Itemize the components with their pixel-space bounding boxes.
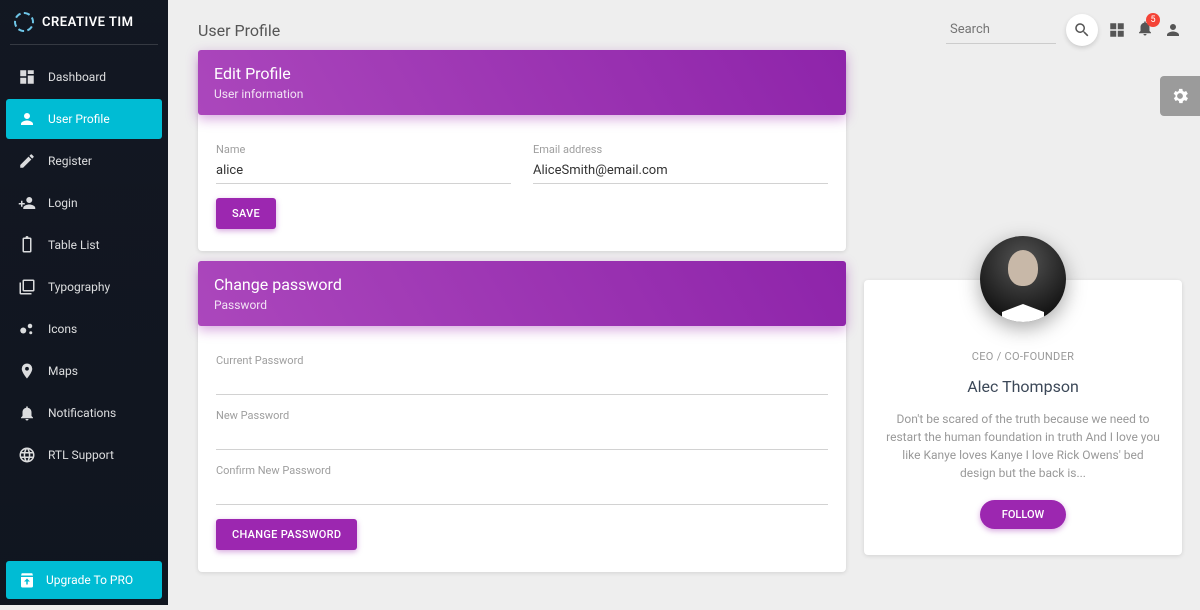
avatar: [980, 236, 1066, 322]
sidebar-item-rtl[interactable]: RTL Support: [6, 435, 162, 475]
sidebar-nav: Dashboard User Profile Register Login Ta…: [0, 53, 168, 555]
gear-icon: [1170, 86, 1190, 106]
sidebar-item-label: Dashboard: [48, 70, 106, 84]
sidebar-item-login[interactable]: Login: [6, 183, 162, 223]
sidebar-item-label: Maps: [48, 364, 78, 378]
sidebar-item-maps[interactable]: Maps: [6, 351, 162, 391]
bubble-icon: [18, 320, 36, 338]
clipboard-icon: [18, 236, 36, 254]
brand[interactable]: CREATIVE TIM: [0, 0, 168, 44]
notification-badge: 5: [1146, 13, 1160, 27]
change-password-button[interactable]: CHANGE PASSWORD: [216, 519, 357, 550]
brand-text: CREATIVE TIM: [42, 15, 134, 30]
sidebar-item-user-profile[interactable]: User Profile: [6, 99, 162, 139]
confirm-password-label: Confirm New Password: [216, 464, 828, 477]
save-button[interactable]: SAVE: [216, 198, 276, 229]
card-body: Name Email address SAVE: [198, 125, 846, 251]
sidebar-item-icons[interactable]: Icons: [6, 309, 162, 349]
confirm-password-input[interactable]: [216, 479, 828, 505]
profile-bio: Don't be scared of the truth because we …: [886, 410, 1160, 482]
profile-card: CEO / CO-FOUNDER Alec Thompson Don't be …: [864, 280, 1182, 555]
sidebar: CREATIVE TIM Dashboard User Profile Regi…: [0, 0, 168, 605]
follow-button[interactable]: FOLLOW: [980, 500, 1066, 529]
card-subtitle: Password: [214, 298, 830, 312]
new-password-label: New Password: [216, 409, 828, 422]
sidebar-item-label: Table List: [48, 238, 100, 252]
card-title: Change password: [214, 275, 830, 294]
person-icon[interactable]: [1164, 21, 1182, 39]
change-password-card: Change password Password Current Passwor…: [198, 271, 846, 592]
upgrade-wrap: Upgrade To PRO: [0, 555, 168, 605]
edit-profile-card: Edit Profile User information Name Email…: [198, 60, 846, 271]
sidebar-item-register[interactable]: Register: [6, 141, 162, 181]
search-icon: [1073, 21, 1091, 39]
sidebar-item-label: Register: [48, 154, 92, 168]
sidebar-item-typography[interactable]: Typography: [6, 267, 162, 307]
left-column: Edit Profile User information Name Email…: [198, 60, 846, 592]
pencil-icon: [18, 152, 36, 170]
main: User Profile 5 Edit Profile User informa…: [168, 0, 1200, 610]
upgrade-label: Upgrade To PRO: [46, 573, 133, 587]
sidebar-item-label: Icons: [48, 322, 77, 336]
unarchive-icon: [18, 571, 36, 589]
name-label: Name: [216, 143, 511, 156]
email-label: Email address: [533, 143, 828, 156]
sidebar-item-label: Typography: [48, 280, 110, 294]
page-title: User Profile: [198, 21, 280, 40]
email-input[interactable]: [533, 158, 828, 184]
apps-icon[interactable]: [1108, 21, 1126, 39]
settings-fab[interactable]: [1160, 76, 1200, 116]
divider: [10, 44, 158, 45]
card-title: Edit Profile: [214, 64, 830, 83]
sidebar-item-label: Notifications: [48, 406, 116, 420]
profile-name: Alec Thompson: [886, 377, 1160, 396]
current-password-label: Current Password: [216, 354, 828, 367]
person-add-icon: [18, 194, 36, 212]
current-password-input[interactable]: [216, 369, 828, 395]
bell-icon: [18, 404, 36, 422]
content: Edit Profile User information Name Email…: [198, 60, 1182, 592]
sidebar-item-label: RTL Support: [48, 448, 114, 462]
person-icon: [18, 110, 36, 128]
right-column: CEO / CO-FOUNDER Alec Thompson Don't be …: [864, 60, 1182, 592]
language-icon: [18, 446, 36, 464]
card-subtitle: User information: [214, 87, 830, 101]
notifications-button[interactable]: 5: [1136, 19, 1154, 41]
search-button[interactable]: [1066, 14, 1098, 46]
search-input[interactable]: [946, 16, 1056, 44]
location-icon: [18, 362, 36, 380]
sidebar-item-label: Login: [48, 196, 78, 210]
sidebar-item-table-list[interactable]: Table List: [6, 225, 162, 265]
sidebar-item-dashboard[interactable]: Dashboard: [6, 57, 162, 97]
profile-role: CEO / CO-FOUNDER: [886, 350, 1160, 363]
dashboard-icon: [18, 68, 36, 86]
upgrade-button[interactable]: Upgrade To PRO: [6, 561, 162, 599]
sidebar-item-notifications[interactable]: Notifications: [6, 393, 162, 433]
card-header: Change password Password: [198, 261, 846, 326]
new-password-input[interactable]: [216, 424, 828, 450]
topbar-right: 5: [946, 14, 1182, 46]
name-input[interactable]: [216, 158, 511, 184]
card-body: Current Password New Password Confirm Ne…: [198, 336, 846, 572]
card-header: Edit Profile User information: [198, 50, 846, 115]
library-icon: [18, 278, 36, 296]
sidebar-item-label: User Profile: [48, 112, 110, 126]
react-logo-icon: [14, 12, 34, 32]
